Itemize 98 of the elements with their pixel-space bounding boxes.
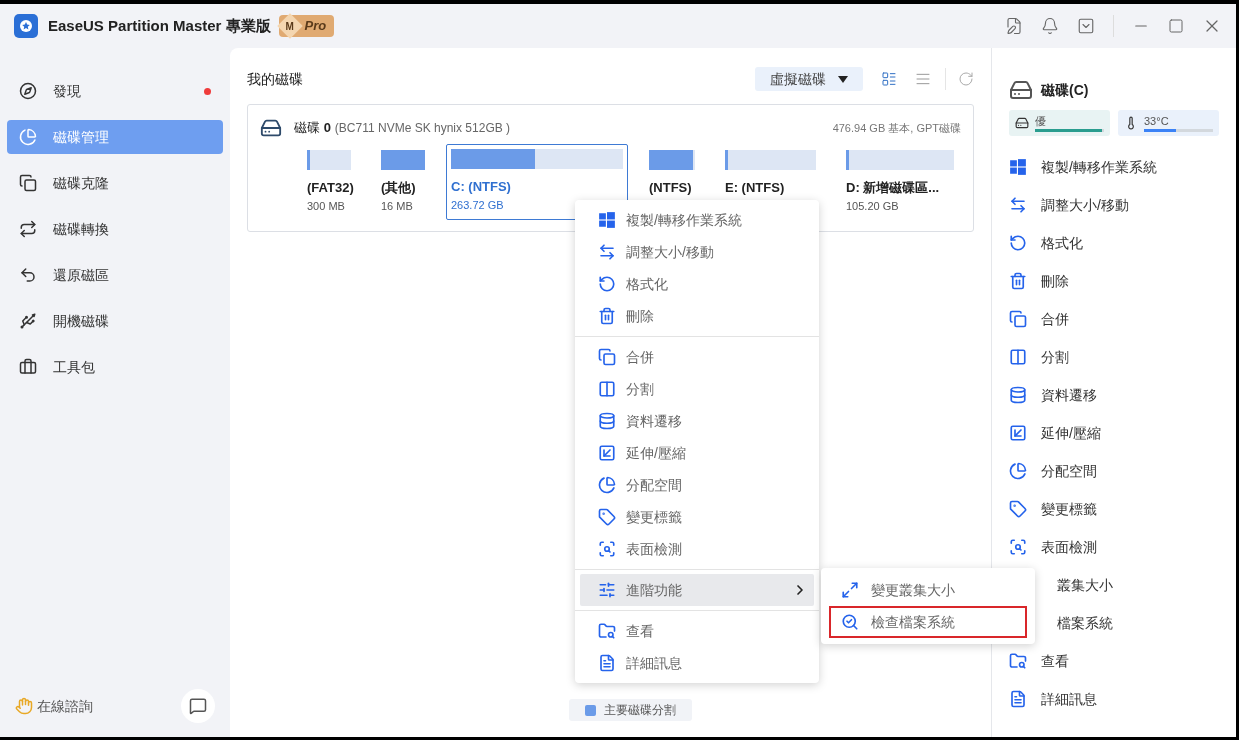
sidebar-item[interactable]: 工具包 <box>7 350 223 384</box>
sidebar-item[interactable]: 開機磁碟 <box>7 304 223 338</box>
windows-logo-icon <box>1009 158 1027 176</box>
disk-title: 磁碟(C) <box>1041 80 1089 100</box>
scan-search-icon <box>598 540 616 558</box>
maximize-icon[interactable] <box>1168 18 1184 34</box>
temperature-label: 33°C <box>1144 114 1170 127</box>
briefcase-icon <box>19 358 37 376</box>
chat-icon <box>189 697 207 715</box>
partition-label: D: 新增磁碟區... <box>846 179 941 197</box>
action-item[interactable]: 複製/轉移作業系統 <box>1009 148 1219 186</box>
delete-icon <box>1009 272 1027 290</box>
search-check-icon <box>841 613 859 631</box>
delete-icon <box>598 307 616 325</box>
action-item[interactable]: 分配空間 <box>1009 452 1219 490</box>
partition-label: C: (NTFS) <box>451 178 512 196</box>
refresh-icon[interactable] <box>958 71 974 87</box>
partition[interactable]: D: 新增磁碟區... 105.20 GB <box>841 145 959 219</box>
feedback-icon[interactable] <box>1005 17 1023 35</box>
menu-item[interactable]: 查看 <box>580 615 814 647</box>
submenu-item[interactable]: 變更叢集大小 <box>829 574 1027 606</box>
action-item[interactable]: 變更標籤 <box>1009 490 1219 528</box>
action-item[interactable]: 延伸/壓縮 <box>1009 414 1219 452</box>
partition-size: 105.20 GB <box>846 198 900 214</box>
sliders-icon <box>598 581 616 599</box>
folder-search-icon <box>1009 652 1027 670</box>
sidebar-item[interactable]: 還原磁區 <box>7 258 223 292</box>
waving-hand-icon <box>15 697 33 715</box>
window-title: EaseUS Partition Master 專業版 <box>48 15 271 36</box>
convert-icon <box>19 220 37 238</box>
dropdown-menu-icon[interactable] <box>1077 17 1095 35</box>
partition-label: E: (NTFS) <box>725 179 786 197</box>
online-consult-link[interactable]: 在線諮詢 <box>37 695 93 717</box>
bell-icon[interactable] <box>1041 17 1059 35</box>
health-label: 優 <box>1035 114 1047 127</box>
menu-item[interactable]: 分割 <box>580 373 814 405</box>
menu-item[interactable]: 表面檢測 <box>580 533 814 565</box>
pro-badge: M Pro <box>278 15 335 37</box>
action-item[interactable]: 檔案系統 <box>1057 612 1113 634</box>
action-item[interactable]: 分割 <box>1009 338 1219 376</box>
grid-view-icon[interactable] <box>881 71 897 87</box>
action-item[interactable]: 表面檢測 <box>1009 528 1219 566</box>
partition[interactable]: (其他) 16 MB <box>376 145 430 219</box>
section-title: 我的磁碟 <box>247 69 303 89</box>
sidebar-item[interactable]: 發現 <box>7 74 223 108</box>
menu-item[interactable]: 合併 <box>580 341 814 373</box>
app-logo-icon <box>14 14 38 38</box>
action-item[interactable]: 合併 <box>1009 300 1219 338</box>
menu-item[interactable]: 調整大小/移動 <box>580 236 814 268</box>
menu-item[interactable]: 資料遷移 <box>580 405 814 437</box>
partition-label: (NTFS) <box>649 179 693 197</box>
submenu-item[interactable]: 檢查檔案系統 <box>829 606 1027 638</box>
folder-search-icon <box>598 622 616 640</box>
action-item[interactable]: 調整大小/移動 <box>1009 186 1219 224</box>
partition-size: 300 MB <box>307 198 346 214</box>
pie-chart-icon <box>1009 462 1027 480</box>
menu-item[interactable]: 延伸/壓縮 <box>580 437 814 469</box>
menu-item[interactable]: 刪除 <box>580 300 814 332</box>
windows-logo-icon <box>598 211 616 229</box>
action-item[interactable]: 詳細訊息 <box>1009 680 1219 718</box>
sidebar-item[interactable]: 磁碟克隆 <box>7 166 223 200</box>
restore-icon <box>19 266 37 284</box>
legend: 主要磁碟分割 <box>569 699 692 721</box>
action-item[interactable]: 查看 <box>1009 642 1219 680</box>
pie-chart-icon <box>598 476 616 494</box>
resize-arrows-icon <box>841 581 859 599</box>
list-view-icon[interactable] <box>915 71 931 87</box>
tag-icon <box>1009 500 1027 518</box>
action-item[interactable]: 叢集大小 <box>1057 574 1113 596</box>
copy-icon <box>19 174 37 192</box>
virtual-disk-dropdown[interactable]: 虛擬磁碟 <box>755 67 863 91</box>
scan-search-icon <box>1009 538 1027 556</box>
action-item[interactable]: 資料遷移 <box>1009 376 1219 414</box>
disk-name: 磁碟 0 <box>294 119 331 138</box>
menu-item[interactable]: 格式化 <box>580 268 814 300</box>
document-icon <box>598 654 616 672</box>
menu-item[interactable]: 分配空間 <box>580 469 814 501</box>
disk-info: 476.94 GB 基本, GPT磁碟 <box>832 120 961 136</box>
caret-icon <box>838 75 848 83</box>
disk-model: (BC711 NVMe SK hynix 512GB ) <box>334 120 511 137</box>
partition-size: 263.72 GB <box>451 197 505 213</box>
menu-item[interactable]: 詳細訊息 <box>580 647 814 679</box>
sidebar-item[interactable]: 磁碟轉換 <box>7 212 223 246</box>
pie-chart-icon <box>19 128 37 146</box>
partition-label: (其他) <box>381 179 417 197</box>
tag-icon <box>598 508 616 526</box>
compass-icon <box>19 82 37 100</box>
menu-item[interactable]: 進階功能 <box>580 574 814 606</box>
menu-item[interactable]: 變更標籤 <box>580 501 814 533</box>
chat-button[interactable] <box>181 689 215 723</box>
partition-size: 16 MB <box>381 198 414 214</box>
usb-icon <box>19 312 37 330</box>
partition-label: (FAT32) <box>307 179 351 197</box>
document-icon <box>1009 690 1027 708</box>
partition[interactable]: (FAT32) 300 MB <box>302 145 356 219</box>
legend-swatch <box>585 704 596 716</box>
action-item[interactable]: 刪除 <box>1009 262 1219 300</box>
action-item[interactable]: 格式化 <box>1009 224 1219 262</box>
